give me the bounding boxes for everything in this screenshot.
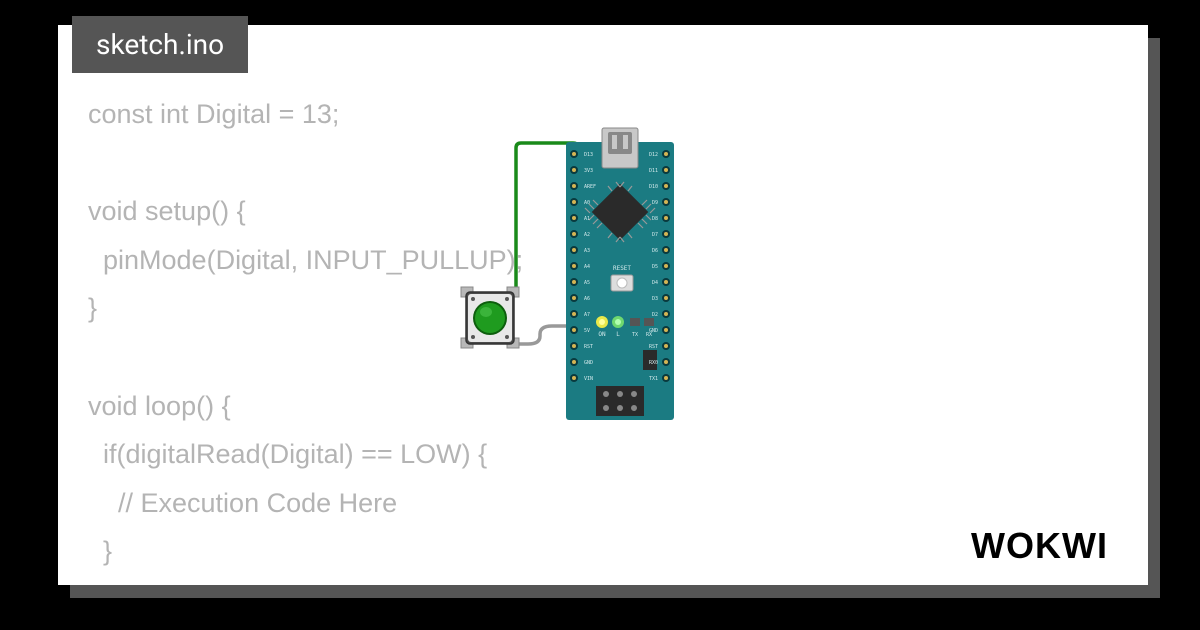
svg-text:D11: D11 [649, 168, 658, 174]
svg-text:GND: GND [584, 360, 593, 366]
brand-logo: WOKWI [971, 525, 1108, 567]
svg-text:D12: D12 [649, 152, 658, 158]
svg-text:A4: A4 [584, 264, 590, 270]
svg-text:5V: 5V [584, 328, 590, 334]
svg-text:RX0: RX0 [649, 360, 658, 366]
svg-text:RST: RST [649, 344, 658, 350]
svg-text:D6: D6 [652, 248, 658, 254]
svg-text:GND: GND [649, 328, 658, 334]
pushbutton-component[interactable] [461, 287, 519, 348]
svg-text:AREF: AREF [584, 184, 596, 190]
file-tab[interactable]: sketch.ino [72, 16, 248, 73]
arduino-nano-board[interactable]: RESET ON L TX RX [566, 128, 674, 420]
svg-text:TX1: TX1 [649, 376, 658, 382]
circuit-diagram[interactable]: RESET ON L TX RX [458, 120, 798, 440]
svg-text:D10: D10 [649, 184, 658, 190]
code-line: void loop() { [88, 391, 231, 421]
reset-button[interactable] [611, 275, 633, 291]
tx-led-icon [630, 318, 640, 326]
code-line: if(digitalRead(Digital) == LOW) { [88, 439, 487, 469]
svg-text:D13: D13 [584, 152, 593, 158]
svg-text:D5: D5 [652, 264, 658, 270]
builtin-led-icon [612, 316, 624, 328]
svg-text:A7: A7 [584, 312, 590, 318]
reset-label: RESET [613, 265, 631, 272]
editor-card: const int Digital = 13; void setup() { p… [58, 25, 1148, 585]
svg-text:D2: D2 [652, 312, 658, 318]
wire-gray [516, 326, 571, 344]
svg-text:D7: D7 [652, 232, 658, 238]
svg-text:D4: D4 [652, 280, 658, 286]
brand-name: WOKWI [971, 525, 1108, 566]
svg-text:A6: A6 [584, 296, 590, 302]
svg-text:D8: D8 [652, 216, 658, 222]
svg-text:A5: A5 [584, 280, 590, 286]
code-line: } [88, 536, 112, 566]
tab-filename: sketch.ino [96, 28, 224, 61]
svg-text:D3: D3 [652, 296, 658, 302]
code-line: } [88, 293, 97, 323]
svg-text:A3: A3 [584, 248, 590, 254]
code-line: void setup() { [88, 196, 246, 226]
svg-text:D9: D9 [652, 200, 658, 206]
code-line: const int Digital = 13; [88, 99, 339, 129]
svg-text:VIN: VIN [584, 376, 593, 382]
svg-text:A0: A0 [584, 200, 590, 206]
on-label: ON [598, 331, 606, 338]
tx-label: TX [632, 332, 638, 338]
svg-text:A2: A2 [584, 232, 590, 238]
rx-led-icon [644, 318, 654, 326]
svg-text:RST: RST [584, 344, 593, 350]
svg-text:A1: A1 [584, 216, 590, 222]
power-led-icon [596, 316, 608, 328]
icsp-header-icon [596, 386, 644, 416]
code-line: // Execution Code Here [88, 488, 397, 518]
l-label: L [616, 331, 620, 338]
svg-text:3V3: 3V3 [584, 168, 593, 174]
